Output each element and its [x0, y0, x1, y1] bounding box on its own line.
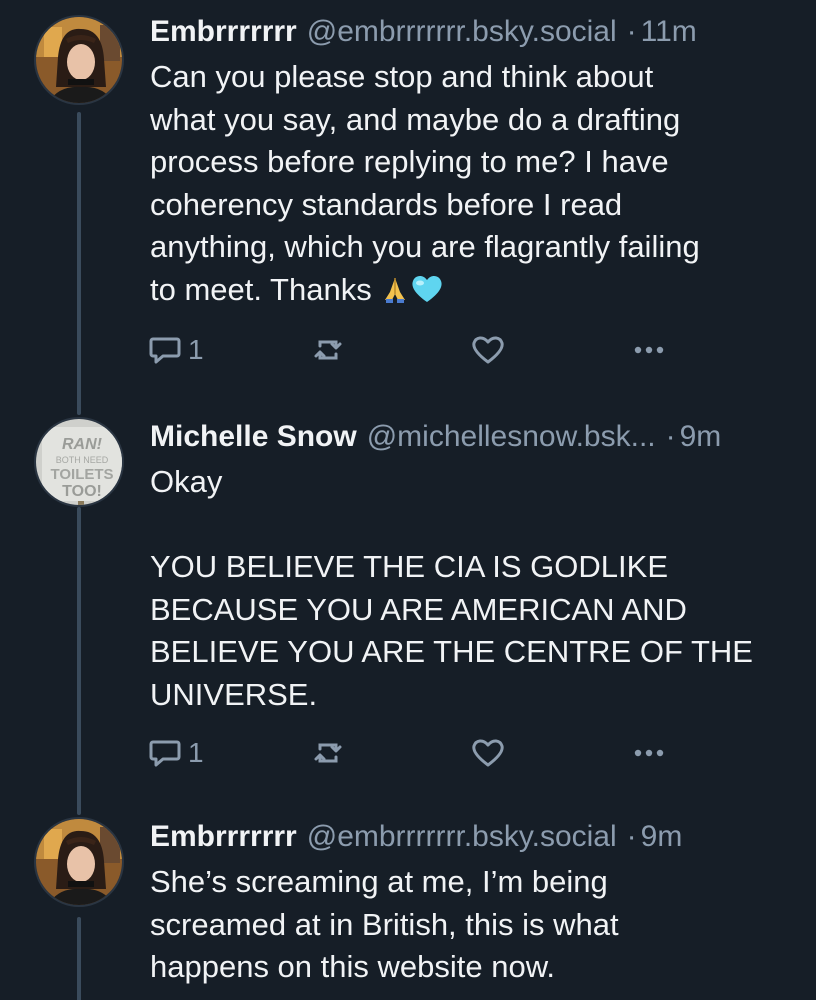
post[interactable]: Embrrrrrrr @embrrrrrrr.bsky.social · 9m … [0, 805, 816, 1000]
post-header: Michelle Snow @michellesnow.bsk... · 9m [150, 419, 782, 455]
thread-line [77, 805, 81, 815]
author-avatar[interactable]: RAN! BOTH NEED TOILETS TOO! [34, 417, 124, 507]
repost-button[interactable] [312, 737, 344, 769]
reply-count: 1 [188, 334, 204, 365]
author-handle[interactable]: @embrrrrrrr.bsky.social [307, 14, 617, 50]
folded-hands-emoji [380, 273, 410, 316]
reply-button[interactable]: 1 [148, 334, 204, 366]
author-avatar[interactable] [34, 15, 124, 105]
more-options-button[interactable] [634, 749, 664, 757]
author-name[interactable]: Embrrrrrrr [150, 819, 297, 855]
author-handle[interactable]: @embrrrrrrr.bsky.social [307, 819, 617, 855]
post-time[interactable]: 9m [680, 419, 722, 455]
separator-dot: · [626, 15, 637, 48]
post-header: Embrrrrrrr @embrrrrrrr.bsky.social · 9m [150, 819, 782, 855]
post-actions: 1 [0, 733, 816, 773]
post-time[interactable]: 9m [641, 819, 683, 855]
author-handle[interactable]: @michellesnow.bsk... [367, 419, 656, 455]
like-button[interactable] [471, 335, 505, 365]
author-name[interactable]: Embrrrrrrr [150, 14, 297, 50]
svg-text:TOO!: TOO! [62, 483, 102, 500]
author-name[interactable]: Michelle Snow [150, 419, 357, 455]
separator-dot: · [665, 420, 676, 453]
like-button[interactable] [471, 738, 505, 768]
post-text: Can you please stop and think about what… [150, 56, 782, 315]
post-header: Embrrrrrrr @embrrrrrrr.bsky.social · 11m [150, 14, 782, 50]
post-text-content: She’s screaming at me, I’m being screame… [150, 864, 619, 984]
post-text: She’s screaming at me, I’m being screame… [150, 861, 782, 989]
post-text-content: Can you please stop and think about what… [150, 59, 700, 307]
thread-feed: Embrrrrrrr @embrrrrrrr.bsky.social · 11m… [0, 0, 816, 1000]
more-options-button[interactable] [634, 346, 664, 354]
light-blue-heart-emoji [410, 273, 444, 316]
reply-count: 1 [188, 737, 204, 768]
thread-line [77, 405, 81, 415]
repost-icon [314, 743, 342, 763]
post-actions: 1 [0, 330, 816, 370]
reply-icon [149, 337, 181, 364]
post-text-content: Okay YOU BELIEVE THE CIA IS GODLIKE BECA… [150, 464, 753, 712]
post-text: Okay YOU BELIEVE THE CIA IS GODLIKE BECA… [150, 461, 782, 716]
heart-icon [472, 739, 504, 767]
repost-button[interactable] [312, 334, 344, 366]
reply-button[interactable]: 1 [148, 737, 204, 769]
heart-icon [472, 336, 504, 364]
ellipsis-icon [634, 749, 664, 757]
thread-line [77, 917, 81, 1000]
svg-text:RAN!: RAN! [62, 436, 103, 453]
post[interactable]: RAN! BOTH NEED TOILETS TOO! Michelle Sno… [0, 405, 816, 812]
author-avatar[interactable] [34, 817, 124, 907]
ellipsis-icon [634, 346, 664, 354]
post-time[interactable]: 11m [641, 14, 697, 50]
svg-text:TOILETS: TOILETS [50, 466, 113, 483]
reply-icon [149, 740, 181, 767]
separator-dot: · [626, 820, 637, 853]
post[interactable]: Embrrrrrrr @embrrrrrrr.bsky.social · 11m… [0, 0, 816, 412]
repost-icon [314, 340, 342, 360]
svg-text:BOTH NEED: BOTH NEED [56, 455, 109, 465]
